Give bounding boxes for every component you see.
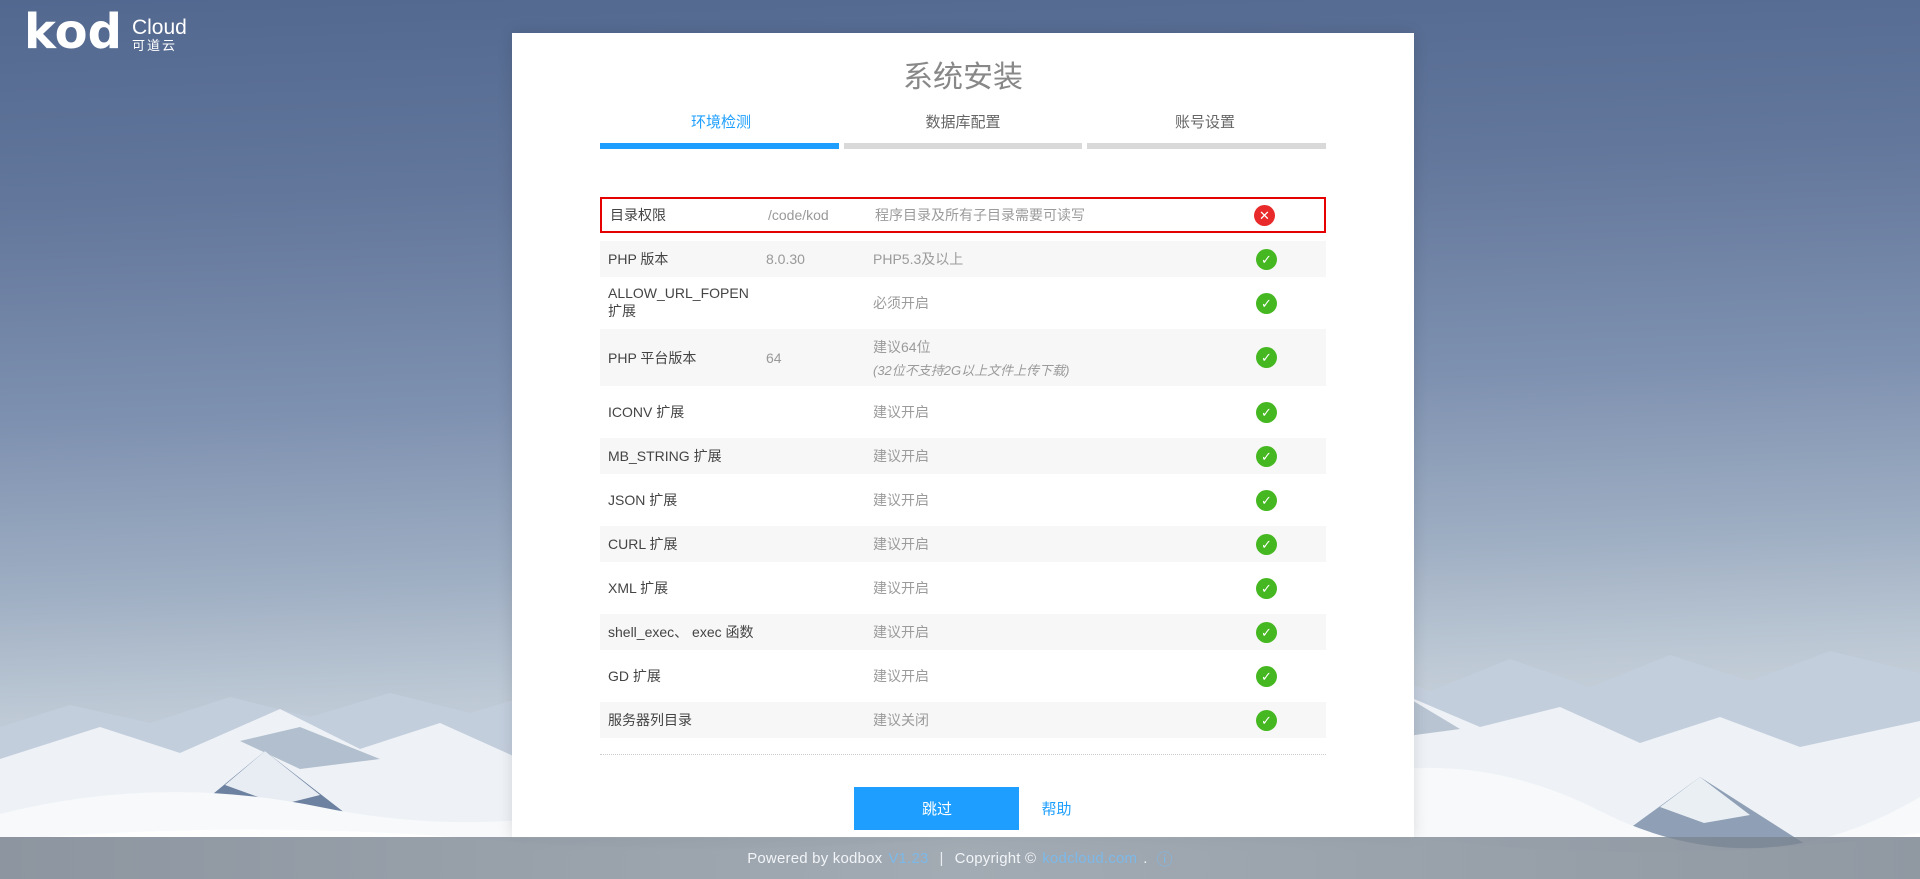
check-status-cell: ✓ [1242,347,1326,368]
environment-checks-table: 目录权限/code/kod程序目录及所有子目录需要可读写 ✕ PHP 版本8.0.3… [600,197,1326,738]
progress-segment-1 [600,143,839,149]
check-row: ICONV 扩展 建议开启 ✓ [600,394,1326,430]
check-item-label: shell_exec、 exec 函数 [600,622,766,642]
tab-environment-check[interactable]: 环境检测 [600,112,842,133]
check-detected-value: /code/kod [768,207,875,223]
check-requirement-note: (32位不支持2G以上文件上传下载) [873,360,1242,379]
status-pass-icon: ✓ [1256,402,1277,423]
check-requirement: 程序目录及所有子目录需要可读写 [875,205,1240,225]
progress-segment-3 [1087,143,1326,149]
check-requirement: 建议开启 [873,578,1242,598]
check-detected-value: 64 [766,350,873,366]
footer-copyright-text: Copyright © [955,850,1037,867]
check-row: MB_STRING 扩展 建议开启 ✓ [600,438,1326,474]
skip-button[interactable]: 跳过 [854,787,1019,830]
check-requirement: 建议关闭 [873,710,1242,730]
check-status-cell: ✓ [1242,622,1326,643]
check-requirement: 建议开启 [873,402,1242,422]
check-requirement: 建议开启 [873,534,1242,554]
footer-bar: Powered by kodbox V1.23 | Copyright © ko… [0,837,1920,879]
check-item-label: MB_STRING 扩展 [600,446,766,466]
footer-period: . [1143,850,1147,867]
check-requirement: 必须开启 [873,293,1242,313]
help-link[interactable]: 帮助 [1041,798,1071,819]
check-requirement: PHP5.3及以上 [873,249,1242,269]
status-pass-icon: ✓ [1256,490,1277,511]
wizard-steps: 环境检测 数据库配置 账号设置 [600,112,1326,133]
check-row: GD 扩展 建议开启 ✓ [600,658,1326,694]
check-row: CURL 扩展 建议开启 ✓ [600,526,1326,562]
tab-account-settings[interactable]: 账号设置 [1084,112,1326,133]
kodcloud-logo: kod Cloud 可道云 [24,8,187,56]
page-title: 系统安装 [512,58,1414,98]
check-status-cell: ✓ [1242,666,1326,687]
check-status-cell: ✓ [1242,402,1326,423]
check-status-cell: ✕ [1240,205,1324,226]
check-status-cell: ✓ [1242,710,1326,731]
check-row: XML 扩展 建议开启 ✓ [600,570,1326,606]
check-row: ALLOW_URL_FOPEN 扩展 必须开启 ✓ [600,285,1326,321]
status-pass-icon: ✓ [1256,249,1277,270]
kodcloud-logo-product-cn: 可道云 [132,39,187,53]
check-status-cell: ✓ [1242,534,1326,555]
check-status-cell: ✓ [1242,249,1326,270]
status-pass-icon: ✓ [1256,534,1277,555]
check-item-label: CURL 扩展 [600,534,766,554]
status-fail-icon: ✕ [1254,205,1275,226]
check-status-cell: ✓ [1242,293,1326,314]
check-requirement: 建议开启 [873,622,1242,642]
wizard-actions: 跳过 帮助 [512,787,1414,830]
check-row: JSON 扩展 建议开启 ✓ [600,482,1326,518]
footer-separator: | [940,850,944,867]
status-pass-icon: ✓ [1256,666,1277,687]
tab-database-config[interactable]: 数据库配置 [842,112,1084,133]
footer-powered-text: Powered by kodbox [747,850,882,867]
check-item-label: GD 扩展 [600,666,766,686]
check-status-cell: ✓ [1242,578,1326,599]
status-pass-icon: ✓ [1256,293,1277,314]
check-row: PHP 版本8.0.30PHP5.3及以上 ✓ [600,241,1326,277]
check-row: 目录权限/code/kod程序目录及所有子目录需要可读写 ✕ [600,197,1326,233]
check-row: shell_exec、 exec 函数 建议开启 ✓ [600,614,1326,650]
status-pass-icon: ✓ [1256,446,1277,467]
info-icon[interactable]: ⓘ [1157,846,1173,870]
status-pass-icon: ✓ [1256,578,1277,599]
footer-version-link[interactable]: V1.23 [888,850,928,867]
check-detected-value: 8.0.30 [766,251,873,267]
check-item-label: ALLOW_URL_FOPEN 扩展 [600,285,766,321]
kodcloud-logo-product: Cloud [132,16,187,39]
check-row: PHP 平台版本64建议64位(32位不支持2G以上文件上传下载) ✓ [600,329,1326,386]
status-pass-icon: ✓ [1256,622,1277,643]
check-item-label: PHP 平台版本 [600,348,766,368]
check-item-label: 服务器列目录 [600,710,766,730]
footer-site-link[interactable]: kodcloud.com [1042,850,1137,867]
status-pass-icon: ✓ [1256,710,1277,731]
check-status-cell: ✓ [1242,446,1326,467]
step-progress-bar [600,143,1326,149]
check-item-label: XML 扩展 [600,578,766,598]
check-item-label: ICONV 扩展 [600,402,766,422]
status-pass-icon: ✓ [1256,347,1277,368]
check-requirement: 建议开启 [873,666,1242,686]
check-item-label: JSON 扩展 [600,490,766,510]
check-status-cell: ✓ [1242,490,1326,511]
divider [600,754,1326,755]
check-item-label: 目录权限 [602,205,768,225]
check-requirement: 建议开启 [873,490,1242,510]
install-wizard-card: 系统安装 环境检测 数据库配置 账号设置 目录权限/code/kod程序目录及所… [512,33,1414,838]
progress-segment-2 [844,143,1083,149]
kodcloud-logo-wordmark: kod [24,8,122,56]
check-requirement: 建议开启 [873,446,1242,466]
check-requirement: 建议64位(32位不支持2G以上文件上传下载) [873,337,1242,379]
check-row: 服务器列目录 建议关闭 ✓ [600,702,1326,738]
check-item-label: PHP 版本 [600,249,766,269]
